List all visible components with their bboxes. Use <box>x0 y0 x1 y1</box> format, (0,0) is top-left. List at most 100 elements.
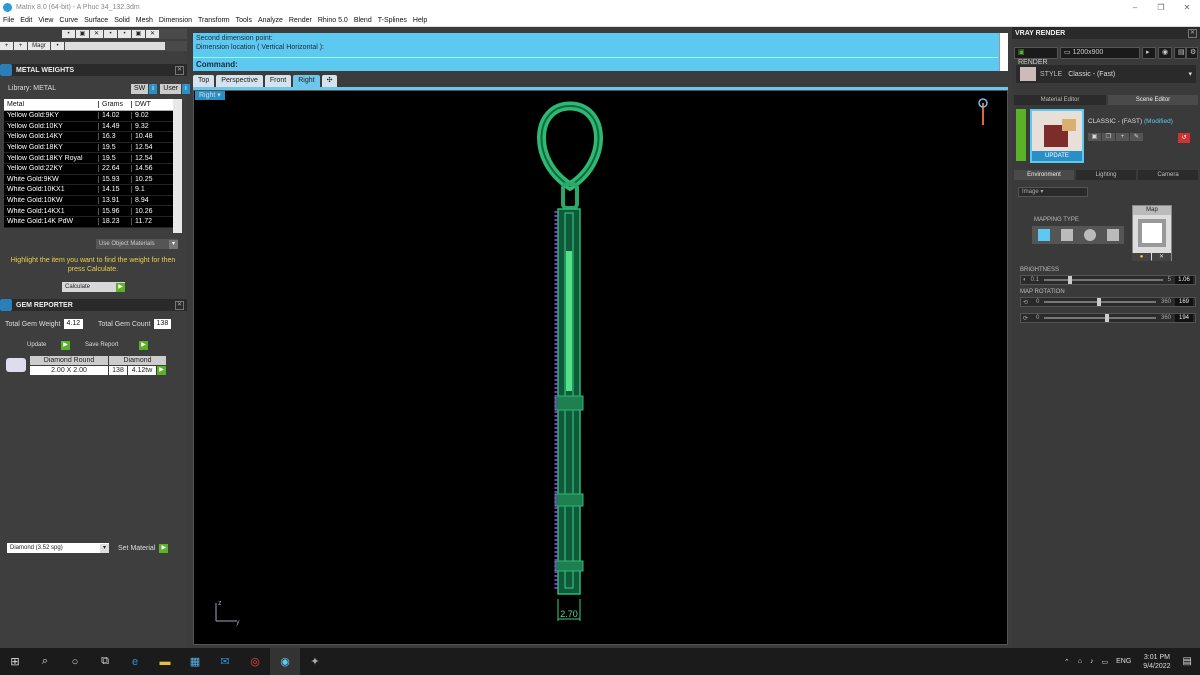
table-row[interactable]: White Gold:10KW 13.91 8.94 <box>4 195 173 207</box>
toolbar-button[interactable]: • <box>104 30 117 38</box>
menu-mesh[interactable]: Mesh <box>136 17 153 24</box>
menu-tsplines[interactable]: T-Splines <box>378 17 407 24</box>
file-explorer-icon[interactable]: ▬ <box>150 648 180 675</box>
mapping-sphere-icon[interactable] <box>1083 229 1096 241</box>
menu-dimension[interactable]: Dimension <box>159 17 192 24</box>
calculate-button[interactable]: Calculate ▶ <box>62 282 125 292</box>
set-material-button[interactable]: Set Material ▶ <box>118 544 169 553</box>
user-info-icon[interactable]: i <box>182 84 191 94</box>
menu-file[interactable]: File <box>3 17 14 24</box>
next-icon[interactable]: ▸ <box>1142 47 1156 59</box>
toolbar-button[interactable]: • <box>51 42 64 50</box>
user-toggle[interactable]: User <box>160 84 182 94</box>
scene-preview[interactable]: UPDATE <box>1030 109 1084 163</box>
toolbar-button[interactable]: • <box>118 30 131 38</box>
table-row[interactable]: Yellow Gold:14KY 16.3 10.48 <box>4 132 173 143</box>
menu-analyze[interactable]: Analyze <box>258 17 283 24</box>
menu-curve[interactable]: Curve <box>59 17 78 24</box>
add-icon[interactable]: + <box>0 42 13 50</box>
search-icon[interactable]: ⌕ <box>30 648 60 675</box>
language-indicator[interactable]: ENG <box>1116 658 1131 665</box>
save-icon[interactable]: ▣ <box>132 30 145 38</box>
battery-icon[interactable]: ▭ <box>1102 658 1109 666</box>
chrome-icon[interactable]: ◎ <box>240 648 270 675</box>
tab-camera[interactable]: Camera <box>1138 170 1198 180</box>
table-row[interactable]: White Gold:14KX1 15.96 10.26 <box>4 206 173 217</box>
menu-surface[interactable]: Surface <box>84 17 108 24</box>
task-view-icon[interactable]: ⧉ <box>90 648 120 675</box>
mapping-cylinder-icon[interactable] <box>1106 229 1119 241</box>
close-icon[interactable]: ✕ <box>1188 28 1197 38</box>
mail-icon[interactable]: ✉ <box>210 648 240 675</box>
add-icon[interactable]: + <box>1116 133 1129 141</box>
sw-toggle[interactable]: SW <box>131 84 149 94</box>
notifications-icon[interactable]: ▤ <box>1183 656 1192 667</box>
rotation-value[interactable]: 169 <box>1175 298 1193 306</box>
delete-icon[interactable]: ✕ <box>146 30 159 38</box>
add-icon[interactable]: + <box>14 42 27 50</box>
toolbar-button[interactable]: • <box>62 30 75 38</box>
rotation-slider-vertical[interactable]: ⟳ 0 360 194 <box>1020 313 1196 323</box>
save-icon[interactable]: ▣ <box>76 30 89 38</box>
save-icon[interactable]: ▣ <box>1088 133 1101 141</box>
minimize-icon[interactable]: – <box>1122 3 1148 12</box>
edge-icon[interactable]: e <box>120 648 150 675</box>
menu-view[interactable]: View <box>38 17 53 24</box>
tab-front[interactable]: Front <box>264 75 292 87</box>
table-row[interactable]: Yellow Gold:10KY 14.49 9.32 <box>4 121 173 133</box>
table-row[interactable]: White Gold:10KX1 14.15 9.1 <box>4 185 173 196</box>
command-input[interactable]: Command: <box>193 57 998 71</box>
tab-lighting[interactable]: Lighting <box>1076 170 1136 180</box>
expand-arrow-icon[interactable] <box>1016 109 1026 161</box>
matrix-taskbar-icon[interactable]: ◉ <box>270 648 300 675</box>
slider-knob[interactable] <box>1104 314 1109 322</box>
environment-select[interactable]: Image ▾ <box>1018 187 1088 197</box>
rhino-icon[interactable]: ✦ <box>300 648 330 675</box>
camera-icon[interactable]: ◉ <box>1158 47 1172 59</box>
windows-start-icon[interactable]: ⊞ <box>0 648 30 675</box>
table-row[interactable]: White Gold:9KW 15.93 10.25 <box>4 174 173 186</box>
table-row[interactable]: White Gold:14K PdW 18.23 11.72 <box>4 216 173 228</box>
reset-icon[interactable]: ↺ <box>1178 133 1190 143</box>
tab-material-editor[interactable]: Material Editor <box>1014 95 1106 105</box>
settings-icon[interactable]: ⚙ <box>1186 47 1198 59</box>
menu-rhino[interactable]: Rhino 5.0 <box>318 17 348 24</box>
command-scrollbar[interactable] <box>999 33 1008 71</box>
table-row[interactable]: Yellow Gold:18KY Royal 19.5 12.54 <box>4 153 173 164</box>
tab-scene-editor[interactable]: Scene Editor <box>1108 95 1198 105</box>
tab-perspective[interactable]: Perspective <box>216 75 263 87</box>
remove-map-icon[interactable]: ✕ <box>1152 253 1171 261</box>
cortana-icon[interactable]: ○ <box>60 648 90 675</box>
material-select[interactable]: Diamond (3.52 spg) ▾ <box>7 543 109 553</box>
menu-blend[interactable]: Blend <box>354 17 372 24</box>
slider-knob[interactable] <box>1067 276 1072 284</box>
edit-icon[interactable]: ✎ <box>1130 133 1143 141</box>
network-icon[interactable]: ⌂ <box>1078 658 1082 665</box>
menu-edit[interactable]: Edit <box>20 17 32 24</box>
style-selector[interactable]: STYLE Classic - (Fast) ▾ <box>1016 65 1196 83</box>
close-icon[interactable]: ✕ <box>175 65 184 75</box>
chevron-up-icon[interactable]: ⌃ <box>1064 658 1070 666</box>
magic-button[interactable]: Magr <box>28 42 50 50</box>
use-object-materials-button[interactable]: Use Object Materials ▾ <box>96 239 178 249</box>
folder-icon[interactable]: ▤ <box>1174 47 1186 59</box>
gem-detail-arrow-icon[interactable]: ▶ <box>157 366 166 375</box>
menu-help[interactable]: Help <box>413 17 427 24</box>
delete-icon[interactable]: ✕ <box>90 30 103 38</box>
right-viewport[interactable]: Right ▾ 2.70 z y <box>193 90 1008 645</box>
save-report-button[interactable]: Save Report ▶ <box>82 340 148 350</box>
table-row[interactable]: Yellow Gold:22KY 22.64 14.56 <box>4 163 173 175</box>
tab-environment[interactable]: Environment <box>1014 170 1074 180</box>
tab-top[interactable]: Top <box>193 75 215 87</box>
toolbar-slider[interactable] <box>65 42 165 50</box>
close-icon[interactable]: ✕ <box>175 300 184 310</box>
clock[interactable]: 3:01 PM 9/4/2022 <box>1143 653 1170 671</box>
table-row[interactable]: Yellow Gold:18KY 19.5 12.54 <box>4 142 173 154</box>
update-button[interactable]: Update ▶ <box>24 340 70 350</box>
table-row[interactable]: Yellow Gold:9KY 14.02 9.02 <box>4 111 173 122</box>
mapping-plane-icon[interactable] <box>1037 229 1050 241</box>
load-map-icon[interactable]: ● <box>1132 253 1151 261</box>
mapping-cube-icon[interactable] <box>1060 229 1073 241</box>
rotation-value[interactable]: 194 <box>1175 314 1193 322</box>
menu-transform[interactable]: Transform <box>198 17 230 24</box>
